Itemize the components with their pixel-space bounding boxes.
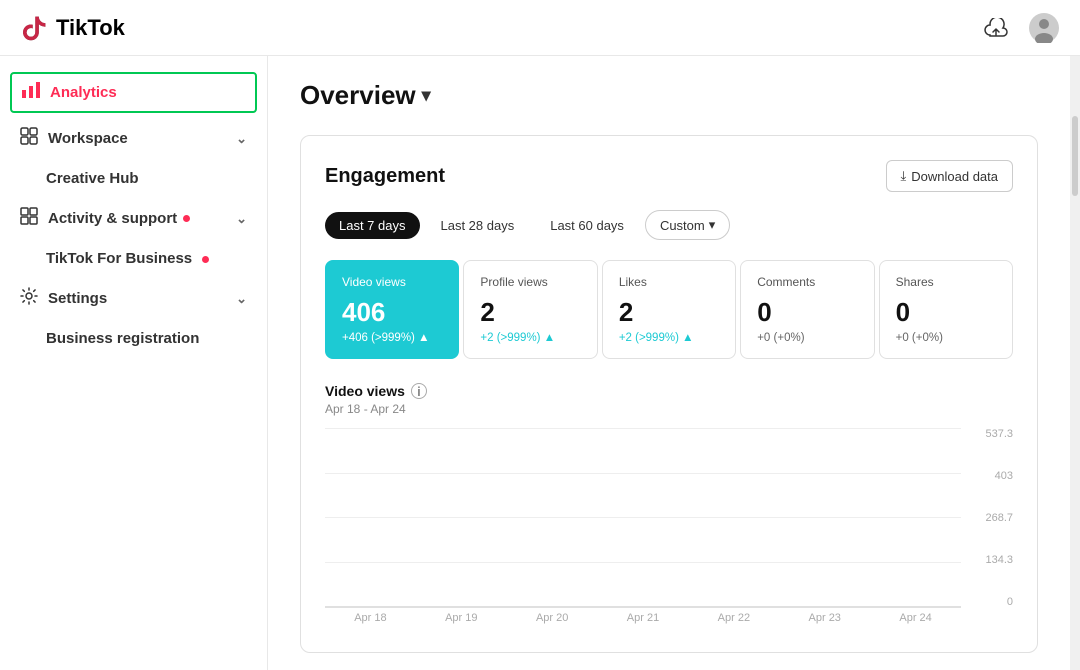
x-label-4: Apr 22	[688, 612, 779, 624]
logo-area: TikTok	[20, 14, 125, 42]
settings-chevron-icon: ⌄	[236, 291, 247, 307]
page-title: Overview ▾	[300, 80, 1038, 111]
video-views-value: 406	[342, 297, 442, 328]
chart-container: 537.3 403 268.7 134.3 0 Apr 18 Apr 19 Ap…	[325, 428, 1013, 628]
activity-icon	[20, 207, 38, 230]
custom-chevron-icon: ▾	[709, 217, 716, 233]
last-7-days-button[interactable]: Last 7 days	[325, 212, 420, 239]
overview-title: Overview	[300, 80, 416, 111]
chart-x-labels: Apr 18 Apr 19 Apr 20 Apr 21 Apr 22 Apr 2…	[325, 608, 961, 628]
engagement-title: Engagement	[325, 165, 445, 188]
user-avatar[interactable]	[1028, 12, 1060, 44]
likes-label: Likes	[619, 275, 719, 289]
likes-change: +2 (>999%) ▲	[619, 332, 719, 344]
sidebar-item-activity-support[interactable]: Activity & support ⌄	[0, 197, 267, 240]
activity-support-chevron-icon: ⌄	[236, 211, 247, 227]
logo-text: TikTok	[56, 15, 125, 41]
chart-plot	[325, 428, 961, 608]
y-label-2: 268.7	[965, 512, 1013, 524]
stats-row: Video views 406 +406 (>999%) ▲ Profile v…	[325, 260, 1013, 359]
upload-cloud-icon[interactable]	[980, 12, 1012, 44]
settings-label: Settings	[48, 290, 107, 307]
x-label-1: Apr 19	[416, 612, 507, 624]
app-header: TikTok	[0, 0, 1080, 56]
stat-card-shares: Shares 0 +0 (+0%)	[879, 260, 1013, 359]
comments-label: Comments	[757, 275, 857, 289]
overview-dropdown-icon[interactable]: ▾	[422, 85, 431, 106]
last-28-days-button[interactable]: Last 28 days	[426, 211, 530, 240]
business-registration-label: Business registration	[46, 330, 199, 347]
y-label-0: 537.3	[965, 428, 1013, 440]
sidebar-item-business-registration[interactable]: Business registration	[0, 320, 267, 357]
profile-views-value: 2	[480, 297, 580, 328]
scrollbar-thumb[interactable]	[1072, 116, 1078, 196]
shares-change: +0 (+0%)	[896, 332, 996, 344]
main-content: Overview ▾ Engagement ⤓ Download data La…	[268, 56, 1070, 670]
y-label-1: 403	[965, 470, 1013, 482]
scrollbar-track[interactable]	[1070, 56, 1080, 670]
chart-y-labels: 537.3 403 268.7 134.3 0	[965, 428, 1013, 608]
sidebar-item-analytics[interactable]: Analytics	[10, 72, 257, 113]
comments-change: +0 (+0%)	[757, 332, 857, 344]
chart-title: Video views i	[325, 383, 1013, 399]
main-layout: Analytics Workspace ⌄ Creative Hub	[0, 56, 1080, 670]
download-btn-label: Download data	[911, 169, 998, 184]
sidebar-item-tiktok-for-business[interactable]: TikTok For Business	[0, 240, 267, 277]
shares-value: 0	[896, 297, 996, 328]
workspace-icon	[20, 127, 38, 150]
video-views-label: Video views	[342, 275, 442, 289]
date-filters: Last 7 days Last 28 days Last 60 days Cu…	[325, 210, 1013, 240]
profile-views-change: +2 (>999%) ▲	[480, 332, 580, 344]
chart-section: Video views i Apr 18 - Apr 24	[325, 383, 1013, 628]
last-60-days-button[interactable]: Last 60 days	[535, 211, 639, 240]
likes-value: 2	[619, 297, 719, 328]
profile-views-label: Profile views	[480, 275, 580, 289]
custom-label: Custom	[660, 218, 705, 233]
x-label-5: Apr 23	[779, 612, 870, 624]
download-icon: ⤓	[901, 168, 907, 184]
activity-support-label: Activity & support	[48, 210, 177, 227]
shares-label: Shares	[896, 275, 996, 289]
video-views-change: +406 (>999%) ▲	[342, 332, 442, 344]
x-label-3: Apr 21	[598, 612, 689, 624]
settings-gear-icon	[20, 287, 38, 310]
stat-card-video-views: Video views 406 +406 (>999%) ▲	[325, 260, 459, 359]
tiktok-logo-icon	[20, 14, 48, 42]
chart-bars	[325, 428, 961, 607]
activity-support-dot	[183, 215, 190, 222]
x-label-6: Apr 24	[870, 612, 961, 624]
download-data-button[interactable]: ⤓ Download data	[886, 160, 1013, 192]
sidebar: Analytics Workspace ⌄ Creative Hub	[0, 56, 268, 670]
workspace-label: Workspace	[48, 130, 128, 147]
stat-card-comments: Comments 0 +0 (+0%)	[740, 260, 874, 359]
analytics-icon	[22, 82, 40, 103]
y-label-4: 0	[965, 596, 1013, 608]
stat-card-profile-views: Profile views 2 +2 (>999%) ▲	[463, 260, 597, 359]
y-label-3: 134.3	[965, 554, 1013, 566]
sidebar-item-workspace[interactable]: Workspace ⌄	[0, 117, 267, 160]
x-label-0: Apr 18	[325, 612, 416, 624]
sidebar-item-settings[interactable]: Settings ⌄	[0, 277, 267, 320]
chart-info-icon: i	[411, 383, 427, 399]
sidebar-item-creative-hub[interactable]: Creative Hub	[0, 160, 267, 197]
tiktok-for-business-dot	[202, 256, 209, 263]
chart-subtitle: Apr 18 - Apr 24	[325, 402, 1013, 416]
engagement-card: Engagement ⤓ Download data Last 7 days L…	[300, 135, 1038, 653]
workspace-chevron-icon: ⌄	[236, 131, 247, 147]
custom-date-button[interactable]: Custom ▾	[645, 210, 730, 240]
comments-value: 0	[757, 297, 857, 328]
tiktok-for-business-label: TikTok For Business	[46, 250, 192, 267]
x-label-2: Apr 20	[507, 612, 598, 624]
engagement-header: Engagement ⤓ Download data	[325, 160, 1013, 192]
analytics-label: Analytics	[50, 84, 117, 101]
creative-hub-label: Creative Hub	[46, 170, 139, 187]
stat-card-likes: Likes 2 +2 (>999%) ▲	[602, 260, 736, 359]
header-right	[980, 12, 1060, 44]
